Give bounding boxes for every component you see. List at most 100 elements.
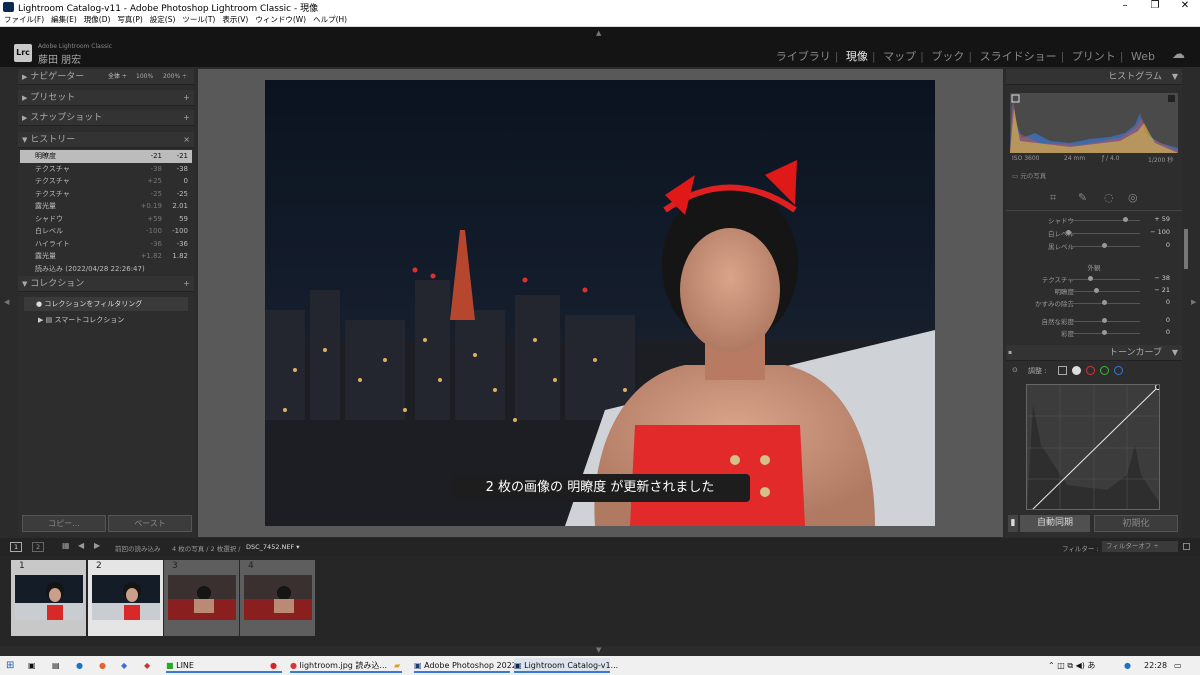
right-panel-scrollbar[interactable] <box>1184 229 1188 269</box>
filter-lock-icon[interactable] <box>1183 543 1190 550</box>
back-arrow-icon[interactable]: ◀ <box>78 541 84 550</box>
menu-edit[interactable]: 編集(E) <box>51 14 77 26</box>
add-collection-icon[interactable]: + <box>183 276 190 292</box>
collection-filter[interactable]: ● コレクションをフィルタリング <box>24 297 188 311</box>
histogram-header[interactable]: ヒストグラム ▼ <box>1006 69 1182 85</box>
add-snapshot-icon[interactable]: + <box>183 110 190 126</box>
taskbar-photoshop[interactable]: ▣ Adobe Photoshop 2022 <box>414 658 517 673</box>
maximize-button[interactable]: ❐ <box>1140 0 1170 11</box>
slider-knob[interactable] <box>1101 300 1107 305</box>
tone-curve-graph[interactable] <box>1026 384 1160 510</box>
history-item[interactable]: ハイライト -36 -36 <box>20 238 192 251</box>
menu-develop[interactable]: 現像(D) <box>84 14 111 26</box>
snapshots-header[interactable]: ▶ スナップショット + <box>18 110 194 126</box>
tonecurve-header[interactable]: ▪ トーンカーブ ▼ <box>1006 345 1182 361</box>
history-item[interactable]: 読み込み (2022/04/28 22:26:47) <box>20 263 192 276</box>
history-item[interactable]: 白レベル -100 -100 <box>20 225 192 238</box>
history-item[interactable]: 露光量 +1.82 1.82 <box>20 250 192 263</box>
module-map[interactable]: マップ <box>883 50 916 63</box>
slider-blacks[interactable]: 黒レベル 0 <box>1006 241 1182 253</box>
module-print[interactable]: プリント <box>1072 50 1116 63</box>
slider-vibrance[interactable]: 自然な彩度 0 <box>1006 316 1182 328</box>
left-panel-toggle-icon[interactable]: ◀ <box>4 298 9 306</box>
slider-whites[interactable]: 白レベル − 100 <box>1006 228 1182 240</box>
zoom-100[interactable]: 100% <box>136 69 153 85</box>
parametric-curve-icon[interactable] <box>1058 366 1067 375</box>
menu-settings[interactable]: 設定(S) <box>150 14 176 26</box>
slider-knob[interactable] <box>1065 230 1071 235</box>
source-path[interactable]: 前回の読み込み <box>115 543 161 553</box>
point-curve-rgb-icon[interactable] <box>1072 366 1081 375</box>
module-book[interactable]: ブック <box>931 50 964 63</box>
thumbnail-3[interactable]: 3 <box>164 560 239 636</box>
sync-toggle-icon[interactable]: ▮ <box>1008 515 1018 532</box>
explorer-icon[interactable]: ▰ <box>394 658 400 673</box>
zoom-200[interactable]: 200% ÷ <box>163 69 187 85</box>
cloud-icon[interactable]: ☁ <box>1172 47 1185 62</box>
slider-saturation[interactable]: 彩度 0 <box>1006 328 1182 340</box>
notification-icon[interactable]: ▭ <box>1174 658 1182 673</box>
slider-knob[interactable] <box>1101 243 1107 248</box>
tray-app-icon[interactable]: ● <box>1124 658 1131 673</box>
module-web[interactable]: Web <box>1131 50 1155 63</box>
red-channel-icon[interactable] <box>1086 366 1095 375</box>
copy-button[interactable]: コピー... <box>22 515 106 532</box>
slider-shadows[interactable]: シャドウ + 59 <box>1006 215 1182 227</box>
module-develop[interactable]: 現像 <box>846 50 868 63</box>
filter-select[interactable]: フィルターオフ ÷ <box>1102 541 1178 552</box>
auto-sync-button[interactable]: 自動同期 <box>1020 515 1090 532</box>
crop-icon[interactable]: ⌗ <box>1050 191 1056 205</box>
app-icon-red[interactable]: ◆ <box>144 658 150 673</box>
reset-button[interactable]: 初期化 <box>1094 515 1178 532</box>
minimize-button[interactable]: – <box>1110 0 1140 11</box>
slider-dehaze[interactable]: かすみの除去 0 <box>1006 298 1182 310</box>
tray-icons[interactable]: ⌃ ◫ ⧉ ◀) あ <box>1048 658 1095 673</box>
secondary-window-button[interactable]: 2 <box>32 542 45 552</box>
firefox-icon[interactable]: ● <box>99 658 106 673</box>
forward-arrow-icon[interactable]: ▶ <box>94 541 100 550</box>
thumbnail-2[interactable]: 2 <box>88 560 163 636</box>
menu-photo[interactable]: 写真(P) <box>117 14 142 26</box>
slider-knob[interactable] <box>1101 330 1107 335</box>
history-item[interactable]: シャドウ +59 59 <box>20 213 192 226</box>
module-library[interactable]: ライブラリ <box>776 50 831 63</box>
taskbar-line[interactable]: ■ LINE <box>166 658 282 673</box>
collapse-top-icon[interactable]: ▲ <box>596 29 601 37</box>
slider-clarity[interactable]: 明瞭度 − 21 <box>1006 286 1182 298</box>
slider-texture[interactable]: テクスチャ − 38 <box>1006 274 1182 286</box>
menu-window[interactable]: ウィンドウ(W) <box>255 14 306 26</box>
heal-icon[interactable]: ✎ <box>1078 191 1087 204</box>
smart-collection-item[interactable]: ▶ ▤ スマートコレクション <box>38 315 124 325</box>
presets-header[interactable]: ▶ プリセット + <box>18 90 194 106</box>
main-photo[interactable] <box>265 80 935 526</box>
slider-knob[interactable] <box>1087 276 1093 281</box>
collapse-bottom-icon[interactable]: ▼ <box>596 646 601 654</box>
current-file[interactable]: DSC_7452.NEF ▾ <box>246 543 300 551</box>
app-icon-blue[interactable]: ◆ <box>121 658 127 673</box>
history-item[interactable]: 明瞭度 -21 -21 <box>20 150 192 163</box>
clock[interactable]: 22:28 <box>1144 658 1167 673</box>
module-slideshow[interactable]: スライドショー <box>980 50 1057 63</box>
history-item[interactable]: 露光量 +0.19 2.01 <box>20 200 192 213</box>
slider-knob[interactable] <box>1101 318 1107 323</box>
files-icon[interactable]: ▤ <box>52 658 60 673</box>
primary-window-button[interactable]: 1 <box>10 542 23 552</box>
clear-history-icon[interactable]: × <box>183 132 190 148</box>
slider-knob[interactable] <box>1094 288 1100 293</box>
close-button[interactable]: ✕ <box>1170 0 1200 11</box>
mask-icon[interactable]: ◎ <box>1128 191 1138 204</box>
add-preset-icon[interactable]: + <box>183 90 190 106</box>
history-item[interactable]: テクスチャ +25 0 <box>20 175 192 188</box>
menu-tools[interactable]: ツール(T) <box>182 14 215 26</box>
menu-view[interactable]: 表示(V) <box>222 14 248 26</box>
green-channel-icon[interactable] <box>1100 366 1109 375</box>
taskbar-chrome[interactable]: ● lightroom.jpg 読み込... <box>290 658 402 673</box>
windows-start-icon[interactable]: ⊞ <box>6 658 14 673</box>
taskbar-lightroom[interactable]: ▣ Lightroom Catalog-v1... <box>514 658 618 673</box>
slider-knob[interactable] <box>1123 217 1129 222</box>
thumbnail-1[interactable]: 1 <box>11 560 86 636</box>
collections-header[interactable]: ▼ コレクション + <box>18 276 194 292</box>
zoom-fit[interactable]: 全体 ÷ <box>108 69 127 85</box>
menu-help[interactable]: ヘルプ(H) <box>313 14 347 26</box>
paste-button[interactable]: ペースト <box>108 515 192 532</box>
